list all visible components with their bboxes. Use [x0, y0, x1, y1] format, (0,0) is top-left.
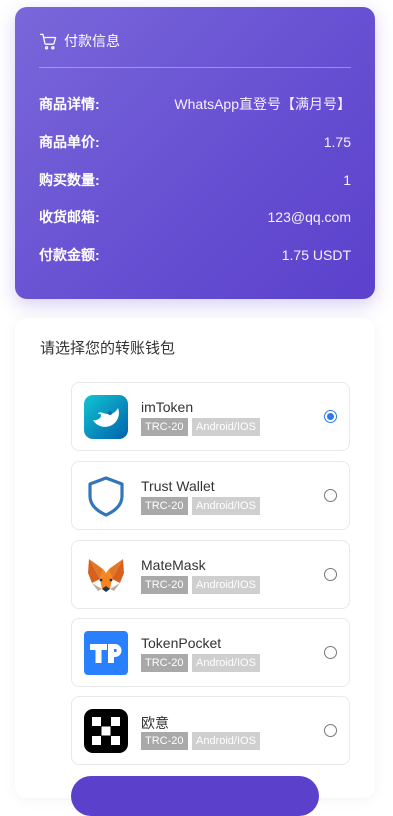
- platform-tag: Android/IOS: [192, 418, 260, 436]
- platform-tag: Android/IOS: [192, 654, 260, 672]
- platform-tag: Android/IOS: [192, 497, 260, 515]
- wallet-name: TokenPocket: [141, 635, 222, 651]
- wallet-option-tokenpocket[interactable]: TokenPocket TRC-20 Android/IOS: [71, 618, 350, 687]
- divider: [39, 67, 351, 68]
- platform-tag: Android/IOS: [192, 576, 260, 594]
- wallet-option-imtoken[interactable]: imToken TRC-20 Android/IOS: [71, 382, 350, 451]
- info-value: WhatsApp直登号【满月号】: [174, 96, 351, 112]
- info-value: 123@qq.com: [267, 209, 351, 225]
- info-row-email: 收货邮箱: 123@qq.com: [39, 207, 351, 227]
- radio-unselected[interactable]: [324, 568, 337, 581]
- info-row-amount: 付款金额: 1.75 USDT: [39, 245, 351, 265]
- platform-tag: Android/IOS: [192, 732, 260, 750]
- radio-unselected[interactable]: [324, 646, 337, 659]
- network-tag: TRC-20: [141, 654, 188, 672]
- payment-info-header: 付款信息: [39, 31, 120, 51]
- imtoken-icon: [84, 395, 128, 439]
- network-tag: TRC-20: [141, 576, 188, 594]
- network-tag: TRC-20: [141, 418, 188, 436]
- info-label: 商品单价:: [39, 134, 100, 150]
- metamask-fox-icon: [84, 553, 128, 597]
- confirm-payment-button[interactable]: [71, 776, 319, 816]
- info-row-product: 商品详情: WhatsApp直登号【满月号】: [39, 94, 351, 114]
- network-tag: TRC-20: [141, 732, 188, 750]
- wallet-name: Trust Wallet: [141, 478, 215, 494]
- info-label: 收货邮箱:: [39, 209, 100, 225]
- wallet-option-trust-wallet[interactable]: Trust Wallet TRC-20 Android/IOS: [71, 461, 350, 530]
- info-label: 付款金额:: [39, 247, 100, 263]
- wallet-name: imToken: [141, 399, 194, 415]
- radio-unselected[interactable]: [324, 489, 337, 502]
- info-value: 1.75: [323, 134, 351, 150]
- radio-unselected[interactable]: [324, 724, 337, 737]
- info-label: 购买数量:: [39, 172, 100, 188]
- wallet-option-metamask[interactable]: MateMask TRC-20 Android/IOS: [71, 540, 350, 609]
- wallet-section-title: 请选择您的转账钱包: [40, 340, 176, 357]
- info-value: 1.75 USDT: [281, 247, 351, 263]
- okx-icon: [84, 709, 128, 753]
- trust-wallet-shield-icon: [84, 474, 128, 518]
- wallet-name: 欧意: [141, 715, 169, 731]
- payment-info-card: 付款信息 商品详情: WhatsApp直登号【满月号】 商品单价: 1.75 购…: [15, 7, 375, 299]
- network-tag: TRC-20: [141, 497, 188, 515]
- wallet-name: MateMask: [141, 557, 206, 573]
- info-row-unit-price: 商品单价: 1.75: [39, 132, 351, 152]
- info-row-quantity: 购买数量: 1: [39, 170, 351, 190]
- tokenpocket-icon: [84, 631, 128, 675]
- shopping-cart-icon: [39, 33, 57, 49]
- wallet-option-okx[interactable]: 欧意 TRC-20 Android/IOS: [71, 696, 350, 765]
- info-value: 1: [343, 172, 351, 188]
- info-label: 商品详情:: [39, 96, 100, 112]
- radio-selected[interactable]: [324, 410, 337, 423]
- payment-info-title: 付款信息: [64, 33, 120, 49]
